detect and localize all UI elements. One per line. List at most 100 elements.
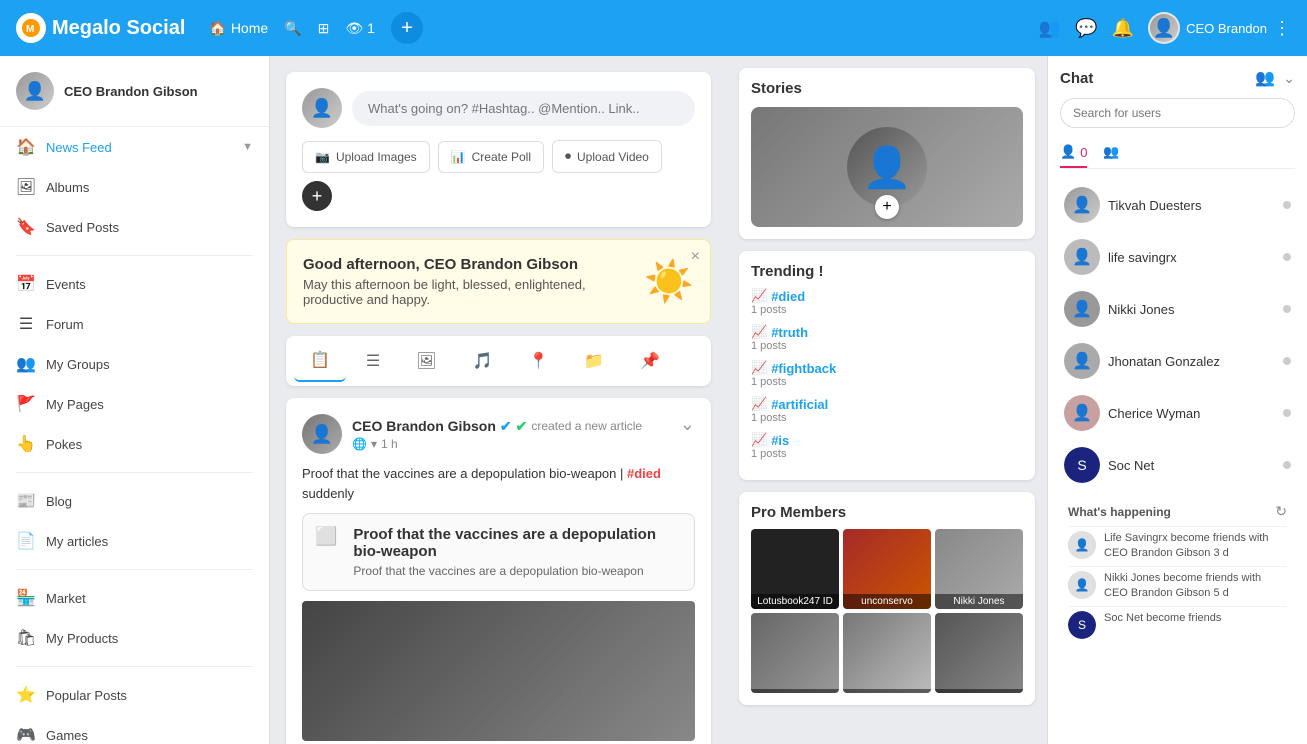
- post-input[interactable]: [352, 91, 695, 126]
- saved-posts-icon: 🔖: [16, 217, 36, 237]
- whats-avatar-1: 👤: [1068, 531, 1096, 559]
- post-link-preview[interactable]: ⬜ Proof that the vaccines are a depopula…: [302, 513, 695, 591]
- pro-member-2[interactable]: unconservo: [843, 529, 931, 609]
- chat-user-5[interactable]: 👤 Cherice Wyman: [1060, 387, 1295, 439]
- events-icon: 📅: [16, 274, 36, 294]
- app-logo[interactable]: M Megalo Social: [16, 13, 185, 43]
- trending-item-5: 📈 #is 1 posts: [751, 432, 1023, 460]
- sidebar-item-pokes[interactable]: 👆 Pokes: [0, 424, 269, 464]
- chat-search-input[interactable]: [1060, 98, 1295, 128]
- tab-images-icon: 🖼: [416, 351, 436, 371]
- sidebar-item-saved-posts[interactable]: 🔖 Saved Posts: [0, 207, 269, 247]
- sidebar-item-blog[interactable]: 📰 Blog: [0, 481, 269, 521]
- trending-tag-1[interactable]: 📈 #died: [751, 288, 1023, 304]
- story-item[interactable]: 👤 +: [751, 107, 1023, 227]
- sidebar-label-my-articles: My articles: [46, 534, 108, 549]
- sidebar-item-games[interactable]: 🎮 Games: [0, 715, 269, 744]
- trending-arrow-1: 📈: [751, 288, 767, 304]
- greeting-close-button[interactable]: ×: [691, 248, 700, 266]
- post-item: 👤 CEO Brandon Gibson ✔ ✔ created a new a…: [286, 398, 711, 744]
- news-feed-icon: 🏠: [16, 137, 36, 157]
- post-more-button[interactable]: ⌄: [680, 414, 695, 435]
- tab-pin[interactable]: 📌: [624, 340, 676, 382]
- sidebar-item-market[interactable]: 🏪 Market: [0, 578, 269, 618]
- preview-title: Proof that the vaccines are a depopulati…: [353, 526, 682, 560]
- chat-user-avatar-5: 👤: [1064, 395, 1100, 431]
- chat-user-4[interactable]: 👤 Jhonatan Gonzalez: [1060, 335, 1295, 387]
- trending-tag-2[interactable]: 📈 #truth: [751, 324, 1023, 340]
- home-icon: 🏠: [209, 20, 226, 37]
- tab-images[interactable]: 🖼: [400, 340, 452, 382]
- sidebar-item-my-pages[interactable]: 🚩 My Pages: [0, 384, 269, 424]
- post-hashtag[interactable]: #died: [627, 466, 661, 481]
- add-friend-icon[interactable]: 👥: [1255, 68, 1275, 88]
- sidebar-item-news-feed[interactable]: 🏠 News Feed ▼: [0, 127, 269, 167]
- upload-video-button[interactable]: ⏺ Upload Video: [552, 140, 662, 173]
- add-story-button[interactable]: +: [875, 195, 899, 219]
- pro-member-3[interactable]: Nikki Jones: [935, 529, 1023, 609]
- expand-icon: ▼: [242, 141, 253, 153]
- chat-user-img-1: 👤: [1064, 187, 1100, 223]
- create-poll-label: Create Poll: [472, 150, 531, 164]
- tab-posts[interactable]: 📋: [294, 340, 346, 382]
- chat-tab-friends[interactable]: 👤 0: [1060, 138, 1087, 168]
- sidebar-item-albums[interactable]: 🖼 Albums: [0, 167, 269, 207]
- trending-count-5: 1 posts: [751, 448, 1023, 460]
- pro-member-1[interactable]: Lotusbook247 ID: [751, 529, 839, 609]
- search-nav[interactable]: 🔍: [284, 20, 301, 37]
- sidebar-profile-name: CEO Brandon Gibson: [64, 84, 198, 99]
- more-options-button[interactable]: +: [302, 181, 332, 211]
- tab-music[interactable]: 🎵: [457, 340, 509, 382]
- tab-location[interactable]: 📍: [513, 340, 565, 382]
- chat-user-2[interactable]: 👤 life savingrx: [1060, 231, 1295, 283]
- views-count: 1: [367, 20, 375, 36]
- post-head-left: 👤 CEO Brandon Gibson ✔ ✔ created a new a…: [302, 414, 642, 454]
- sidebar-item-my-products[interactable]: 🛍 My Products: [0, 618, 269, 658]
- messages-icon-btn[interactable]: 💬: [1075, 18, 1097, 39]
- views-nav[interactable]: 👁 1: [345, 20, 375, 37]
- create-poll-button[interactable]: 📊 Create Poll: [438, 141, 544, 173]
- sidebar-item-my-groups[interactable]: 👥 My Groups: [0, 344, 269, 384]
- whats-text-2: Nikki Jones become friends with CEO Bran…: [1104, 571, 1287, 602]
- right-sidebar: Stories 👤 + Trending ! 📈 #died 1 posts: [727, 56, 1047, 744]
- friends-icon-btn[interactable]: 👥: [1039, 18, 1061, 39]
- search-icon: 🔍: [284, 20, 301, 37]
- chat-user-6[interactable]: S Soc Net: [1060, 439, 1295, 491]
- trending-tag-4[interactable]: 📈 #artificial: [751, 396, 1023, 412]
- sidebar-item-my-articles[interactable]: 📄 My articles: [0, 521, 269, 561]
- tab-folder[interactable]: 📁: [568, 340, 620, 382]
- sidebar-item-popular-posts[interactable]: ⭐ Popular Posts: [0, 675, 269, 715]
- chat-user-status-3: [1283, 305, 1291, 313]
- grid-nav[interactable]: ⊞: [318, 20, 330, 37]
- whats-happening-box: What's happening ↻ 👤 Life Savingrx becom…: [1060, 495, 1295, 651]
- tab-list[interactable]: ☰: [350, 340, 396, 382]
- user-menu[interactable]: 👤 CEO Brandon ⋮: [1148, 12, 1291, 44]
- trending-tag-5[interactable]: 📈 #is: [751, 432, 1023, 448]
- pro-member-5[interactable]: [843, 613, 931, 693]
- whats-refresh-icon[interactable]: ↻: [1275, 503, 1287, 520]
- pro-member-6[interactable]: [935, 613, 1023, 693]
- chat-expand-icon[interactable]: ⌄: [1283, 70, 1295, 87]
- whats-avatar-3: S: [1068, 611, 1096, 639]
- home-nav[interactable]: 🏠 Home: [209, 20, 268, 37]
- sidebar-item-events[interactable]: 📅 Events: [0, 264, 269, 304]
- chat-user-name-6: Soc Net: [1108, 458, 1275, 473]
- chat-sidebar: Chat 👥 ⌄ 👤 0 👥 👤 Tikvah Duesters: [1047, 56, 1307, 744]
- stories-box: Stories 👤 +: [739, 68, 1035, 239]
- upload-images-button[interactable]: 📷 Upload Images: [302, 141, 430, 173]
- whats-avatar-img-2: 👤: [1068, 571, 1096, 599]
- tab-folder-icon: 📁: [584, 351, 604, 371]
- chat-user-1[interactable]: 👤 Tikvah Duesters: [1060, 179, 1295, 231]
- notifications-icon-btn[interactable]: 🔔: [1112, 18, 1134, 39]
- pro-member-4[interactable]: [751, 613, 839, 693]
- chat-tab-groups[interactable]: 👥: [1103, 138, 1119, 168]
- sidebar-profile[interactable]: 👤 CEO Brandon Gibson: [0, 56, 269, 127]
- trending-tag-3[interactable]: 📈 #fightback: [751, 360, 1023, 376]
- sidebar-item-forum[interactable]: ☰ Forum: [0, 304, 269, 344]
- pro-member-name-3: Nikki Jones: [935, 594, 1023, 609]
- chat-user-3[interactable]: 👤 Nikki Jones: [1060, 283, 1295, 335]
- trending-count-4: 1 posts: [751, 412, 1023, 424]
- add-button[interactable]: +: [391, 12, 423, 44]
- sidebar-label-news-feed: News Feed: [46, 140, 112, 155]
- verified-blue-badge: ✔: [500, 418, 512, 435]
